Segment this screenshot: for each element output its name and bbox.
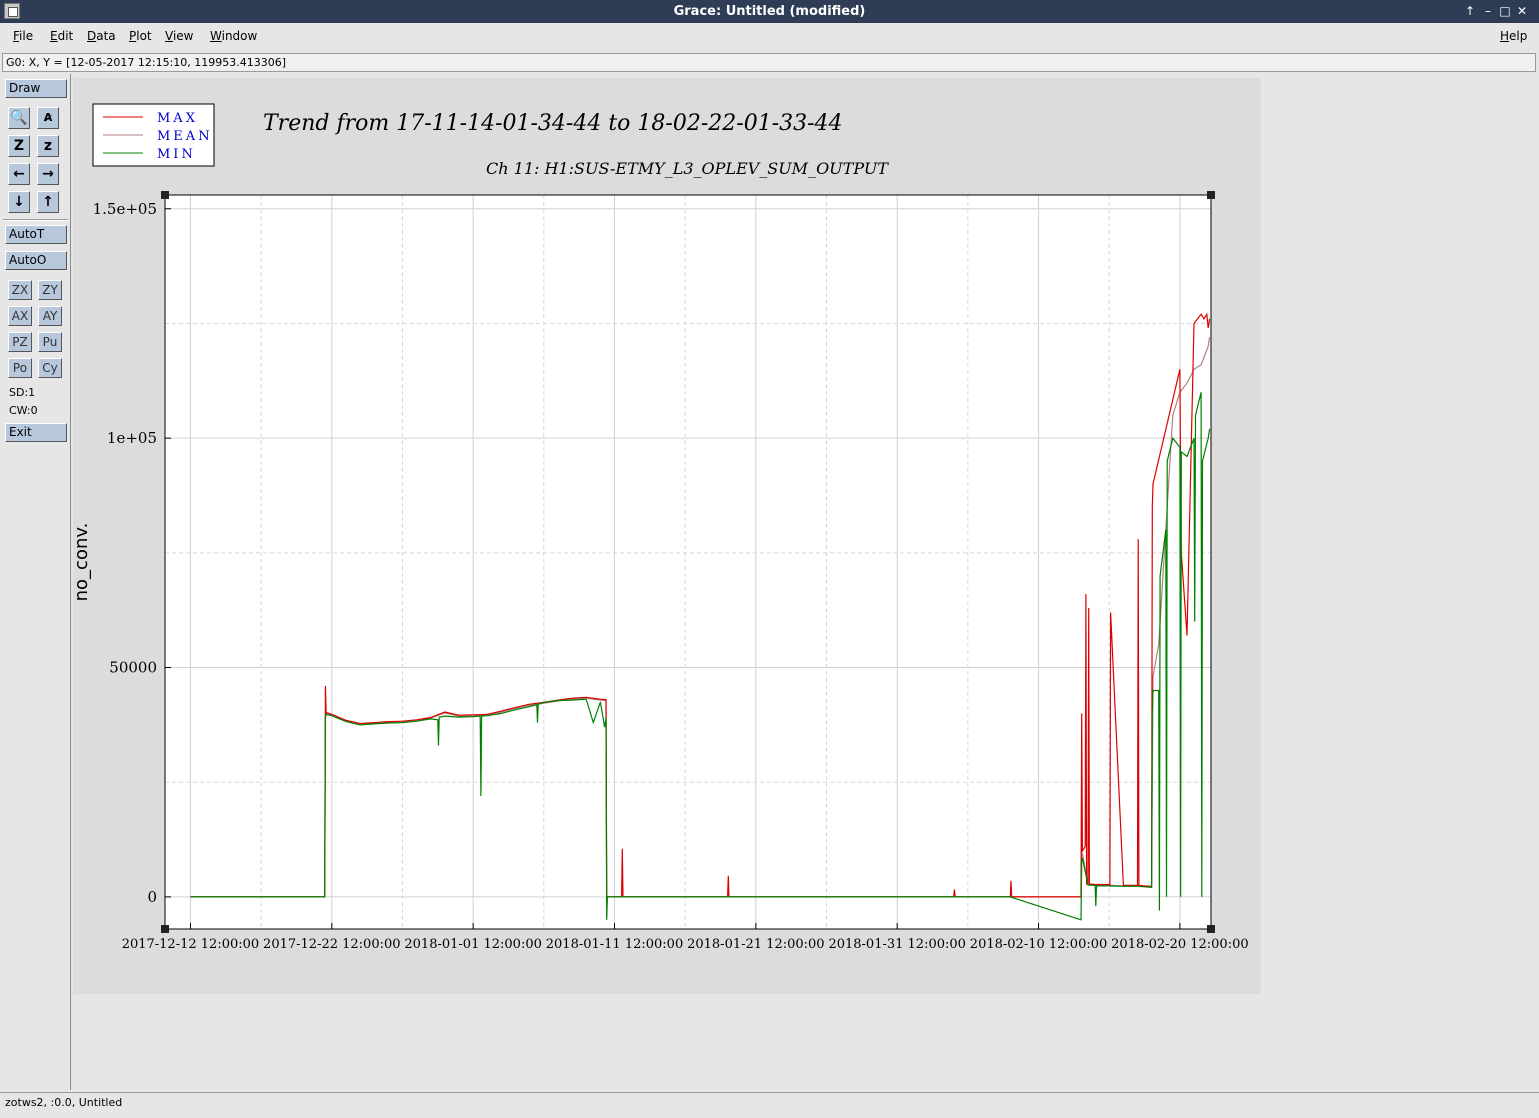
raise-window-icon[interactable]: ↑ — [1462, 3, 1478, 19]
zx-button[interactable]: ZX — [8, 280, 32, 300]
menu-window[interactable]: Window — [210, 29, 257, 43]
cy-button[interactable]: Cy — [38, 358, 62, 378]
chart-title: Trend from 17-11-14-01-34-44 to 18-02-22… — [263, 111, 843, 136]
menu-view[interactable]: View — [165, 29, 193, 43]
zy-button[interactable]: ZY — [38, 280, 62, 300]
legend[interactable]: MAX MEAN MIN — [92, 103, 215, 167]
x-tick-label: 2018-01-01 12:00:00 — [404, 937, 541, 952]
menu-edit[interactable]: Edit — [50, 29, 73, 43]
menu-plot[interactable]: Plot — [129, 29, 152, 43]
scroll-up-icon[interactable]: ↑ — [37, 191, 59, 213]
close-window-icon[interactable]: ✕ — [1514, 3, 1530, 19]
ax-button[interactable]: AX — [8, 306, 32, 326]
zoom-in-icon[interactable]: Z — [8, 135, 30, 157]
plot-canvas[interactable]: 2017-12-12 12:00:00 2017-12-22 12:00:00 20… — [71, 78, 1261, 994]
legend-label-mean: MEAN — [157, 129, 213, 144]
autoo-button[interactable]: AutoO — [5, 251, 67, 270]
canvas-area[interactable]: 2017-12-12 12:00:00 2017-12-22 12:00:00 20… — [71, 74, 1539, 1090]
exit-button[interactable]: Exit — [5, 423, 67, 442]
po-button[interactable]: Po — [8, 358, 32, 378]
scroll-down-icon[interactable]: ↓ — [8, 191, 30, 213]
resize-handle[interactable] — [161, 925, 169, 933]
y-axis-label: no_conv. — [73, 523, 92, 602]
menu-data[interactable]: Data — [87, 29, 116, 43]
x-tick-label: 2017-12-22 12:00:00 — [263, 937, 400, 952]
zoom-out-icon[interactable]: z — [37, 135, 59, 157]
pz-button[interactable]: PZ — [8, 332, 32, 352]
y-tick-label: 1.5e+05 — [93, 200, 157, 218]
pu-button[interactable]: Pu — [38, 332, 62, 352]
minimize-window-icon[interactable]: – — [1480, 3, 1496, 19]
menu-help[interactable]: Help — [1500, 29, 1527, 43]
x-tick-label: 2018-01-21 12:00:00 — [687, 937, 824, 952]
x-tick-label: 2018-01-31 12:00:00 — [828, 937, 965, 952]
grid — [165, 195, 1211, 929]
scroll-left-icon[interactable]: ← — [8, 163, 30, 185]
legend-label-max: MAX — [157, 111, 198, 126]
ay-button[interactable]: AY — [38, 306, 62, 326]
resize-handle[interactable] — [1207, 925, 1215, 933]
plot-background — [165, 195, 1211, 929]
maximize-window-icon[interactable]: □ — [1497, 3, 1513, 19]
x-tick-label: 2018-02-10 12:00:00 — [970, 937, 1107, 952]
menu-bar: File Edit Data Plot View Window Help — [0, 23, 1539, 51]
draw-button[interactable]: Draw — [5, 79, 67, 98]
set-count-label: SD:1 — [9, 386, 36, 399]
scroll-right-icon[interactable]: → — [37, 163, 59, 185]
legend-label-min: MIN — [157, 147, 196, 162]
menu-file[interactable]: File — [13, 29, 33, 43]
status-bar: zotws2, :0.0, Untitled — [0, 1092, 1539, 1114]
current-window-label: CW:0 — [9, 404, 38, 417]
y-tick-label: 1e+05 — [107, 429, 157, 447]
chart-subtitle: Ch 11: H1:SUS-ETMY_L3_OPLEV_SUM_OUTPUT — [486, 159, 889, 178]
x-tick-label: 2017-12-12 12:00:00 — [122, 937, 259, 952]
title-bar: Grace: Untitled (modified) ↑ – □ ✕ — [0, 0, 1539, 23]
window-title: Grace: Untitled (modified) — [673, 4, 866, 19]
y-tick-label: 50000 — [109, 659, 157, 677]
y-tick-label: 0 — [147, 888, 157, 906]
resize-handle[interactable] — [161, 191, 169, 199]
separator — [3, 219, 68, 221]
x-tick-label: 2018-01-11 12:00:00 — [546, 937, 683, 952]
tool-panel: Draw 🔍 A̷ Z z ← → ↓ ↑ AutoT AutoO ZX ZY … — [0, 74, 71, 1090]
x-tick-label: 2018-02-20 12:00:00 — [1111, 937, 1248, 952]
autot-button[interactable]: AutoT — [5, 225, 67, 244]
resize-handle[interactable] — [1207, 191, 1215, 199]
zoom-icon[interactable]: 🔍 — [8, 107, 30, 129]
text-icon[interactable]: A̷ — [37, 107, 59, 129]
plot-page[interactable]: 2017-12-12 12:00:00 2017-12-22 12:00:00 20… — [71, 78, 1261, 994]
locator-display: G0: X, Y = [12-05-2017 12:15:10, 119953.… — [2, 53, 1536, 72]
